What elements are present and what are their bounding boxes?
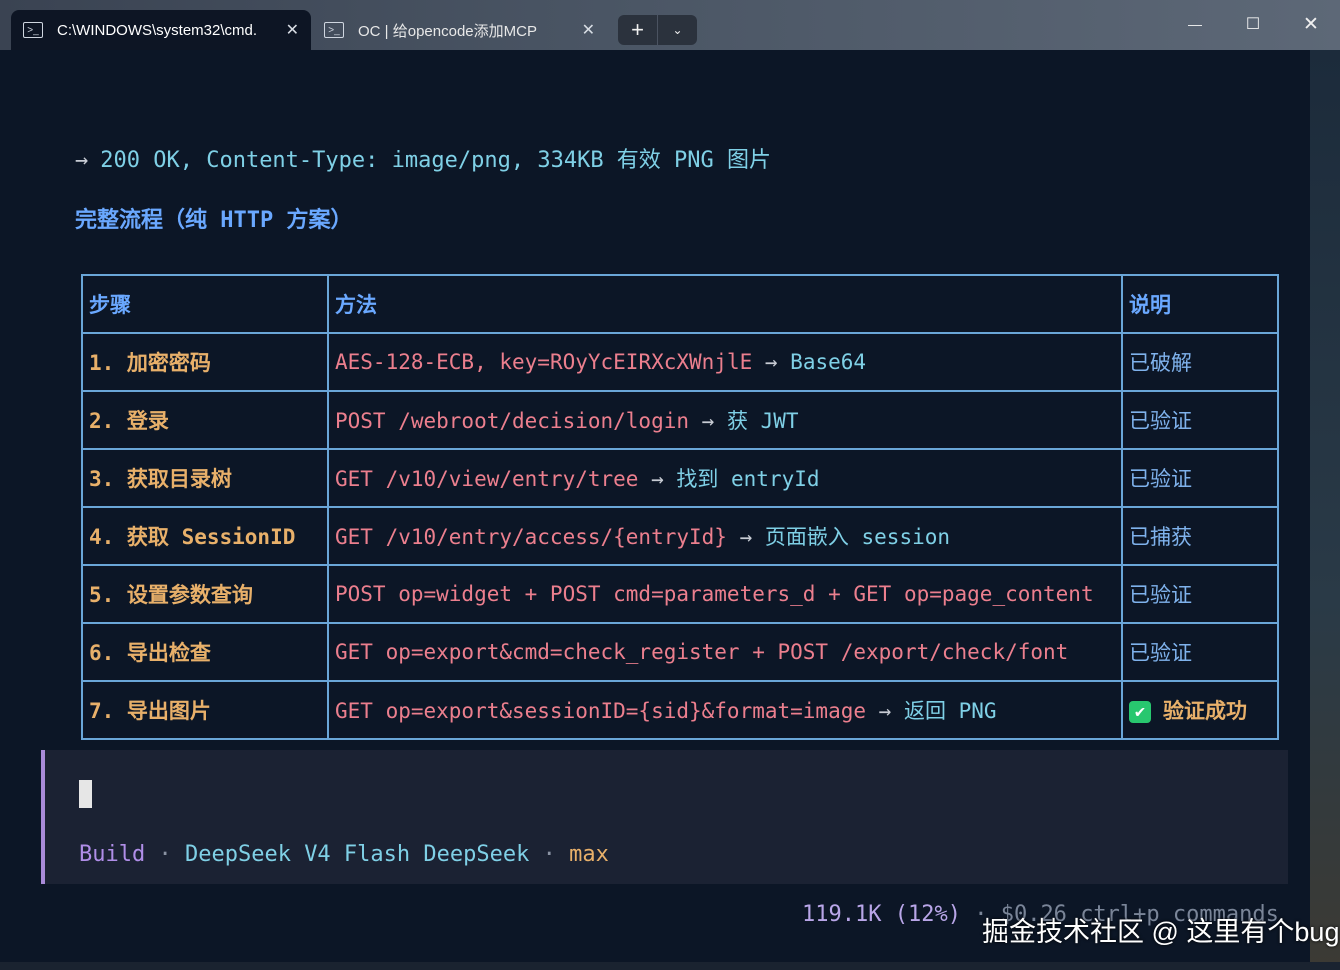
tab-title: C:\WINDOWS\system32\cmd.	[57, 21, 258, 39]
note-cell: 已验证	[1121, 622, 1279, 682]
chevron-down-icon[interactable]: ⌄	[658, 15, 697, 45]
method-text: POST /webroot/decision/login	[335, 409, 690, 433]
close-icon[interactable]: ✕	[286, 20, 299, 40]
column-header-step: 步骤	[81, 274, 329, 334]
checkmark-icon: ✔	[1129, 701, 1151, 723]
maximize-button[interactable]: ☐	[1229, 8, 1277, 40]
response-status: → 200 OK, Content-Type: image/png, 334KB …	[75, 142, 771, 174]
terminal-pane[interactable]: → 200 OK, Content-Type: image/png, 334KB …	[0, 50, 1310, 962]
table-row: 6. 导出检查 GET op=export&cmd=check_register…	[81, 622, 1279, 682]
separator: ·	[529, 842, 570, 867]
separator: ·	[145, 842, 185, 867]
note-cell: 已验证	[1121, 448, 1279, 508]
tab-cmd[interactable]: >_ C:\WINDOWS\system32\cmd. ✕	[11, 10, 311, 50]
method-text: GET op=export&cmd=check_register + POST …	[335, 640, 1069, 664]
method-cell: GET op=export&cmd=check_register + POST …	[327, 622, 1123, 682]
new-tab-group: + ⌄	[618, 15, 697, 45]
new-tab-button[interactable]: +	[618, 15, 658, 45]
column-header-method: 方法	[327, 274, 1123, 334]
step-cell: 4. 获取 SessionID	[81, 506, 329, 566]
arrow-icon: →	[866, 699, 904, 723]
arrow-icon: →	[752, 350, 791, 374]
watermark: 掘金技术社区 @ 这里有个bug	[982, 917, 1340, 947]
table-row: 3. 获取目录树 GET /v10/view/entry/tree → 找到 e…	[81, 448, 1279, 508]
terminal-icon: >_	[324, 22, 344, 38]
step-cell: 6. 导出检查	[81, 622, 329, 682]
window-titlebar: >_ C:\WINDOWS\system32\cmd. ✕ >_ OC | 给o…	[0, 0, 1340, 50]
method-result: 返回 PNG	[903, 699, 997, 723]
method-key: ROyYcEIRXcXWnjlE	[549, 350, 753, 374]
tab-opencode[interactable]: >_ OC | 给opencode添加MCP ✕	[312, 10, 607, 50]
arrow-icon: →	[726, 525, 765, 549]
arrow-icon: →	[75, 148, 89, 173]
method-text: POST op=widget + POST cmd=parameters_d +…	[335, 582, 1094, 606]
note-cell-success: ✔ 验证成功	[1121, 680, 1279, 740]
method-cell: POST /webroot/decision/login → 获 JWT	[327, 390, 1123, 450]
method-cell: POST op=widget + POST cmd=parameters_d +…	[327, 564, 1123, 624]
step-cell: 7. 导出图片	[81, 680, 329, 740]
arrow-icon: →	[638, 467, 677, 491]
column-header-note: 说明	[1121, 274, 1279, 334]
method-text: GET op=export&sessionID={sid}&format=ima…	[335, 699, 867, 723]
terminal-icon: >_	[23, 22, 43, 38]
step-cell: 3. 获取目录树	[81, 448, 329, 508]
prompt-status-line: Build · DeepSeek V4 Flash DeepSeek · max	[79, 842, 609, 867]
note-cell: 已破解	[1121, 332, 1279, 392]
method-cell: GET /v10/entry/access/{entryId} → 页面嵌入 s…	[327, 506, 1123, 566]
tab-title: OC | 给opencode添加MCP	[358, 22, 537, 40]
table-row: 2. 登录 POST /webroot/decision/login → 获 J…	[81, 390, 1279, 450]
method-cell: AES-128-ECB, key=ROyYcEIRXcXWnjlE → Base…	[327, 332, 1123, 392]
note-cell: 已捕获	[1121, 506, 1279, 566]
note-text: 验证成功	[1163, 699, 1247, 723]
background-edge	[1310, 50, 1340, 970]
table-row: 4. 获取 SessionID GET /v10/entry/access/{e…	[81, 506, 1279, 566]
method-text: GET /v10/entry/access/{entryId}	[335, 525, 727, 549]
method-result: 页面嵌入 session	[764, 525, 951, 549]
method-result: Base64	[790, 350, 867, 374]
method-result: 获 JWT	[726, 409, 799, 433]
background-edge	[0, 962, 1340, 970]
table-header-row: 步骤 方法 说明	[81, 274, 1279, 334]
arrow-icon: →	[689, 409, 727, 433]
table-row: 5. 设置参数查询 POST op=widget + POST cmd=para…	[81, 564, 1279, 624]
reasoning-effort: max	[569, 842, 609, 867]
step-cell: 1. 加密密码	[81, 332, 329, 392]
section-heading: 完整流程（纯 HTTP 方案）	[75, 208, 353, 233]
method-text: AES-128-ECB, key=	[335, 350, 550, 374]
note-cell: 已验证	[1121, 564, 1279, 624]
close-icon[interactable]: ✕	[582, 20, 595, 40]
table-row: 7. 导出图片 GET op=export&sessionID={sid}&fo…	[81, 680, 1279, 740]
window-close-button[interactable]: ✕	[1287, 8, 1335, 40]
method-result: 找到 entryId	[676, 467, 820, 491]
token-usage: 119.1K (12%)	[802, 902, 961, 927]
method-cell: GET /v10/view/entry/tree → 找到 entryId	[327, 448, 1123, 508]
status-text: 200 OK, Content-Type: image/png, 334KB 有…	[100, 148, 772, 173]
method-text: GET /v10/view/entry/tree	[335, 467, 639, 491]
agent-mode: Build	[79, 842, 146, 867]
step-cell: 2. 登录	[81, 390, 329, 450]
text-cursor	[79, 780, 92, 808]
model-name: DeepSeek V4 Flash DeepSeek	[184, 842, 530, 867]
step-cell: 5. 设置参数查询	[81, 564, 329, 624]
method-cell: GET op=export&sessionID={sid}&format=ima…	[327, 680, 1123, 740]
prompt-input-box[interactable]: Build · DeepSeek V4 Flash DeepSeek · max	[41, 750, 1288, 884]
minimize-button[interactable]: —	[1171, 8, 1219, 40]
flow-table: 步骤 方法 说明 1. 加密密码 AES-128-ECB, key=ROyYcE…	[81, 274, 1279, 740]
table-row: 1. 加密密码 AES-128-ECB, key=ROyYcEIRXcXWnjl…	[81, 332, 1279, 392]
note-cell: 已验证	[1121, 390, 1279, 450]
